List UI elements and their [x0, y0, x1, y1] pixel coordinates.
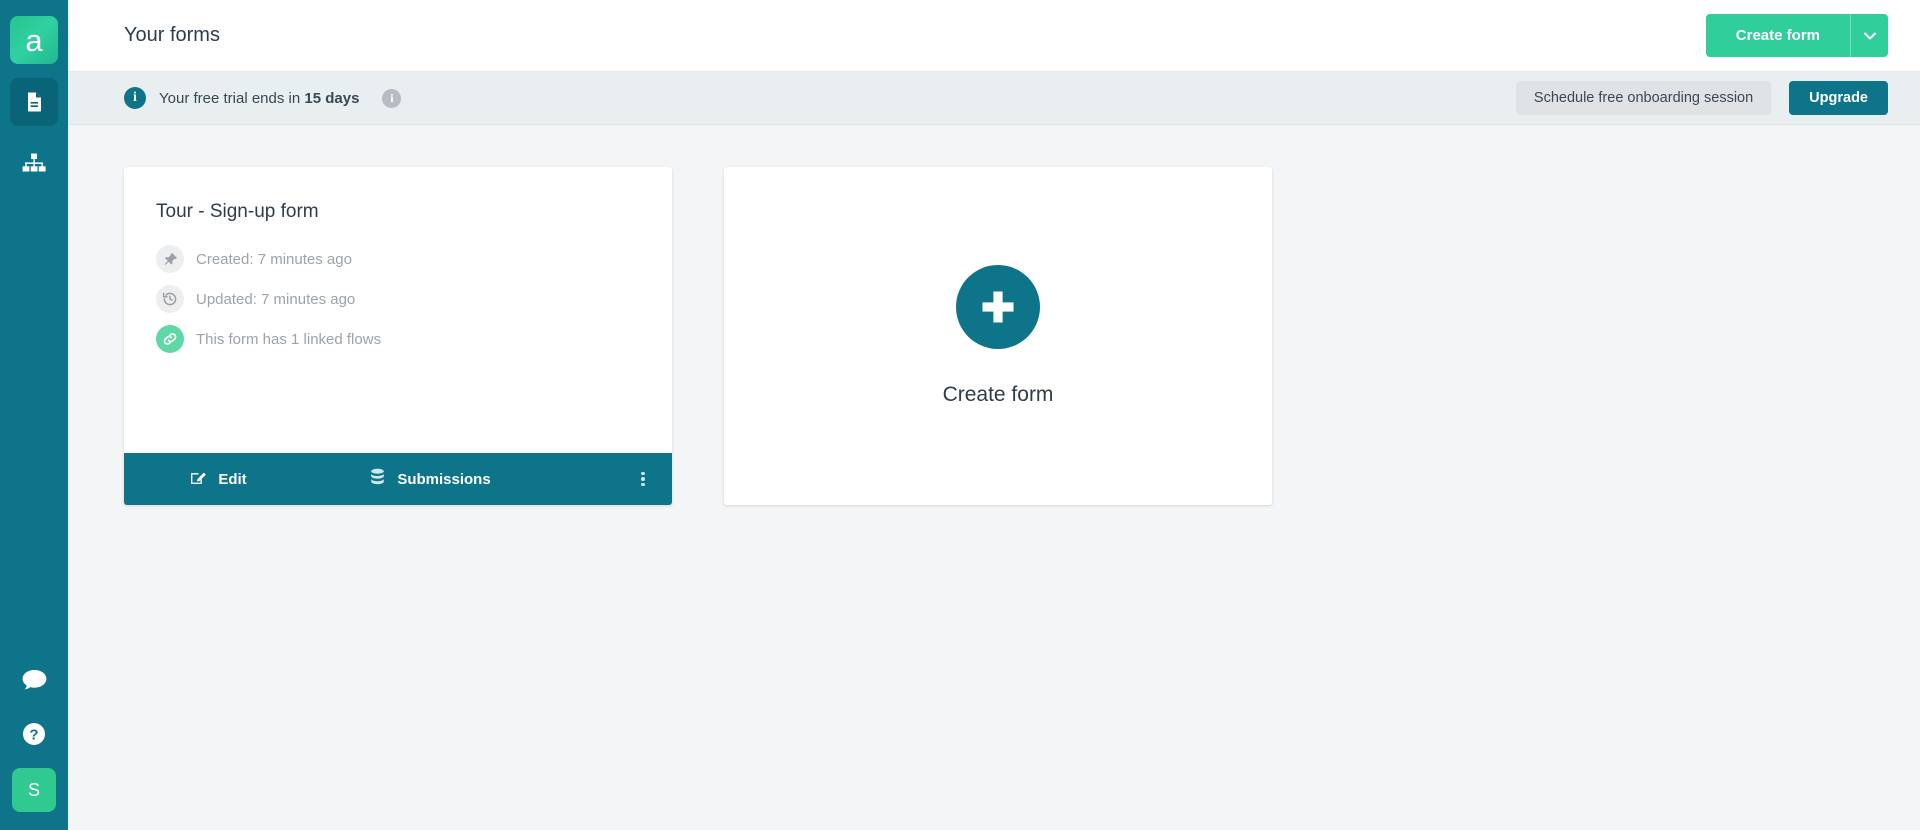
question-circle-icon: ?	[21, 721, 47, 752]
trial-text-prefix: Your free trial ends in	[159, 89, 305, 107]
edit-button[interactable]: Edit	[124, 453, 312, 505]
form-card-body: Tour - Sign-up form Created: 7 minutes a…	[124, 167, 672, 453]
form-meta-created-text: Created: 7 minutes ago	[196, 250, 352, 268]
page-title: Your forms	[124, 24, 220, 46]
document-icon	[22, 90, 46, 114]
chat-bubble-icon	[21, 668, 48, 697]
svg-text:?: ?	[29, 726, 38, 743]
create-form-button[interactable]: Create form	[1705, 14, 1850, 57]
upgrade-button[interactable]: Upgrade	[1789, 81, 1888, 115]
trial-banner-actions: Schedule free onboarding session Upgrade	[1515, 81, 1888, 115]
trial-banner: i Your free trial ends in 15 days i Sche…	[68, 72, 1920, 125]
history-icon	[156, 285, 184, 313]
sidebar-item-forms[interactable]	[10, 78, 58, 126]
create-form-card[interactable]: Create form	[724, 167, 1272, 505]
form-card-footer: Edit Submissions	[124, 453, 672, 505]
forms-grid: Tour - Sign-up form Created: 7 minutes a…	[68, 125, 1920, 830]
sidebar-item-help[interactable]: ?	[12, 714, 56, 758]
form-card: Tour - Sign-up form Created: 7 minutes a…	[124, 167, 672, 505]
kebab-dot	[641, 477, 645, 481]
info-circle-icon: i	[124, 87, 146, 109]
chevron-down-icon	[1863, 28, 1876, 43]
submissions-button-label: Submissions	[397, 470, 491, 488]
trial-help-icon[interactable]: i	[382, 88, 402, 108]
sidebar-top-nav: a	[10, 0, 58, 188]
avatar-initial: S	[27, 779, 40, 800]
app-root: a ? S Your forms Create form i Your free…	[0, 0, 1920, 830]
create-form-dropdown-button[interactable]	[1850, 14, 1888, 57]
sidebar-item-flows[interactable]	[10, 140, 58, 188]
kebab-dot	[641, 482, 645, 487]
form-meta-updated: Updated: 7 minutes ago	[156, 285, 640, 313]
form-meta-linked-flows-text: This form has 1 linked flows	[196, 330, 382, 348]
submissions-button[interactable]: Submissions	[312, 453, 548, 505]
create-form-split-button: Create form	[1705, 14, 1888, 57]
sitemap-icon	[21, 153, 47, 175]
form-meta-updated-text: Updated: 7 minutes ago	[196, 290, 356, 308]
sidebar-item-chat[interactable]	[12, 660, 56, 704]
link-icon	[156, 325, 184, 353]
pin-icon	[156, 245, 184, 273]
trial-days: 15 days	[304, 89, 360, 107]
form-meta-linked-flows: This form has 1 linked flows	[156, 325, 640, 353]
database-icon	[369, 468, 386, 490]
app-logo[interactable]: a	[10, 16, 58, 64]
form-meta-created: Created: 7 minutes ago	[156, 245, 640, 273]
main-area: Your forms Create form i Your free trial…	[68, 0, 1920, 830]
schedule-onboarding-button[interactable]: Schedule free onboarding session	[1515, 81, 1772, 115]
kebab-dot	[641, 471, 645, 476]
edit-button-label: Edit	[218, 470, 247, 488]
top-header: Your forms Create form	[68, 0, 1920, 72]
avatar[interactable]: S	[12, 768, 56, 812]
edit-pencil-icon	[189, 468, 207, 490]
form-card-title: Tour - Sign-up form	[156, 201, 319, 222]
plus-icon	[956, 265, 1040, 349]
logo-letter: a	[25, 22, 43, 58]
create-form-card-label: Create form	[942, 383, 1054, 406]
trial-banner-message: i Your free trial ends in 15 days i	[124, 87, 402, 109]
trial-text: Your free trial ends in 15 days	[159, 90, 359, 107]
more-vertical-icon[interactable]	[614, 453, 672, 505]
sidebar: a ? S	[0, 0, 68, 830]
sidebar-bottom-nav: ? S	[0, 660, 68, 812]
